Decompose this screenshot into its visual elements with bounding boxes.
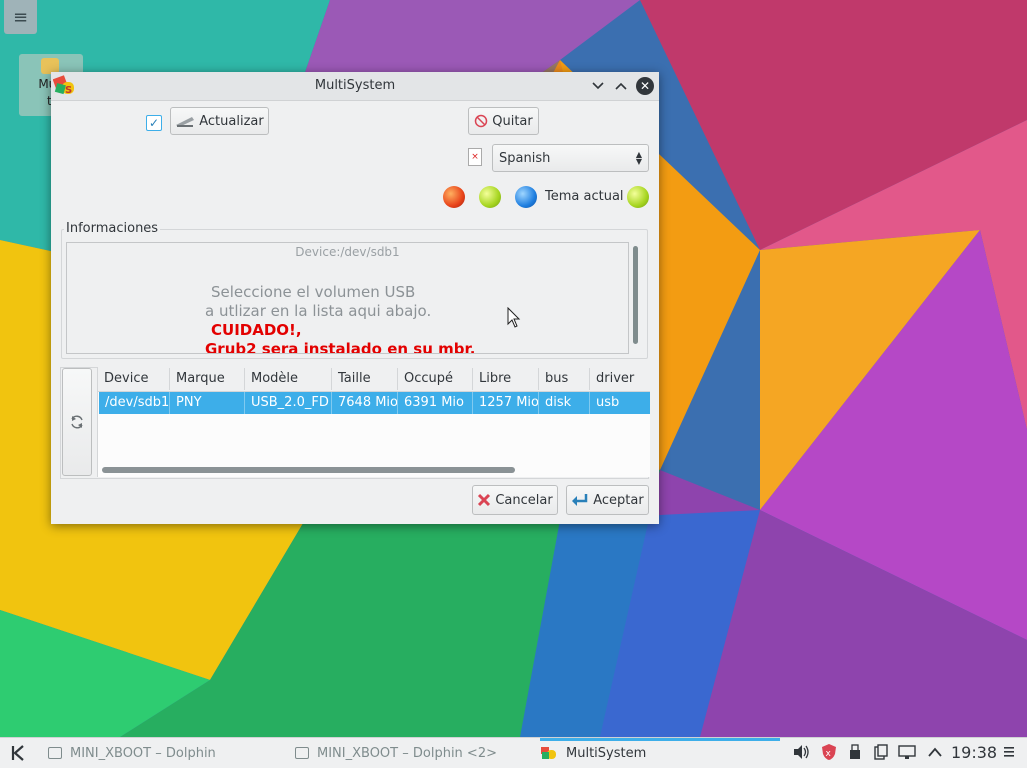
quit-button[interactable]: Quitar — [468, 107, 539, 135]
info-line-1: Seleccione el volumen USB — [211, 283, 416, 301]
current-theme-orb — [627, 186, 649, 208]
language-select[interactable]: Spanish ▲ ▼ — [492, 144, 649, 172]
forbidden-icon — [475, 114, 488, 128]
multisystem-window: S MultiSystem ✕ ✓ Actualizar Quitar × Sp… — [51, 72, 659, 524]
table-cell: 1257 Mio — [473, 392, 539, 414]
cancel-button[interactable]: Cancelar — [472, 485, 558, 515]
table-cell: /dev/sdb1 — [99, 392, 170, 414]
clipboard-icon[interactable] — [872, 743, 890, 761]
table-horizontal-scrollbar[interactable] — [97, 467, 649, 475]
network-icon[interactable] — [898, 743, 916, 761]
panel-menu-icon[interactable] — [1000, 743, 1018, 761]
enter-arrow-icon — [572, 494, 588, 506]
table-cell: 7648 Mio — [332, 392, 398, 414]
refresh-icon — [71, 415, 83, 429]
update-label: Actualizar — [199, 113, 264, 129]
cancel-label: Cancelar — [495, 492, 553, 508]
accept-button[interactable]: Aceptar — [566, 485, 649, 515]
kde-logo-icon — [11, 745, 24, 761]
combo-arrows-icon: ▲ ▼ — [635, 150, 642, 166]
column-header[interactable]: Libre — [473, 368, 539, 390]
info-text-area: Device:/dev/sdb1 Seleccione el volumen U… — [66, 242, 629, 354]
info-device: Device:/dev/sdb1 — [295, 245, 400, 259]
task-label: MINI_XBOOT – Dolphin <2> — [317, 745, 497, 761]
maximize-button[interactable] — [612, 77, 630, 95]
task-dolphin-1[interactable]: MINI_XBOOT – Dolphin — [48, 738, 283, 768]
column-header[interactable]: Marque — [170, 368, 245, 390]
device-table: Device Marque Modèle Taille Occupé Libre… — [97, 367, 650, 477]
task-label: MINI_XBOOT – Dolphin — [70, 745, 216, 761]
update-button[interactable]: Actualizar — [170, 107, 269, 135]
quit-label: Quitar — [492, 113, 533, 129]
mouse-cursor-icon — [507, 307, 521, 328]
cancel-x-icon — [478, 493, 491, 507]
info-scrollbar[interactable] — [633, 246, 638, 344]
chevron-up-icon[interactable] — [926, 743, 944, 761]
column-header[interactable]: Occupé — [398, 368, 473, 390]
info-group-label: Informaciones — [64, 221, 161, 236]
table-cell: disk — [539, 392, 590, 414]
update-checkbox[interactable]: ✓ — [146, 115, 162, 131]
accept-label: Aceptar — [593, 492, 644, 508]
menu-icon: ≡ — [12, 6, 29, 28]
language-value: Spanish — [499, 150, 551, 166]
column-header[interactable]: Device — [98, 368, 170, 390]
task-multisystem[interactable]: MultiSystem — [540, 738, 780, 768]
chevron-up-icon — [615, 82, 627, 90]
chevron-down-icon — [592, 82, 604, 90]
warning-line-2: Grub2 sera instalado en su mbr. — [205, 340, 476, 354]
folder-window-icon — [48, 747, 62, 759]
theme-green-orb[interactable] — [479, 186, 501, 208]
table-cell: 6391 Mio — [398, 392, 473, 414]
update-tool-icon — [176, 117, 195, 127]
current-theme-label: Tema actual — [545, 189, 624, 204]
kde-launcher-button[interactable] — [8, 743, 28, 763]
table-header: Device Marque Modèle Taille Occupé Libre… — [98, 367, 650, 392]
theme-red-orb[interactable] — [443, 186, 465, 208]
scrollbar-handle[interactable] — [102, 467, 515, 473]
column-header[interactable]: Modèle — [245, 368, 332, 390]
table-cell: usb — [596, 395, 620, 410]
check-icon: ✓ — [148, 116, 160, 130]
info-line-2: a utlizar en la lista aqui abajo. — [205, 302, 432, 320]
clock[interactable]: 19:38 — [951, 743, 997, 762]
task-dolphin-2[interactable]: MINI_XBOOT – Dolphin <2> — [295, 738, 530, 768]
refresh-button[interactable] — [62, 368, 92, 476]
close-button[interactable]: ✕ — [636, 77, 654, 95]
window-title: MultiSystem — [314, 78, 396, 93]
desktop-menu-button[interactable]: ≡ — [4, 0, 37, 34]
taskbar: MINI_XBOOT – Dolphin MINI_XBOOT – Dolphi… — [0, 737, 1027, 768]
task-label: MultiSystem — [566, 745, 647, 761]
folder-window-icon — [295, 747, 309, 759]
column-header[interactable]: Taille — [332, 368, 398, 390]
security-shield-icon[interactable]: x — [820, 743, 838, 761]
table-cell: PNY — [170, 392, 245, 414]
window-titlebar[interactable]: S MultiSystem ✕ — [51, 72, 659, 101]
minimize-button[interactable] — [589, 77, 607, 95]
theme-blue-orb[interactable] — [515, 186, 537, 208]
svg-text:x: x — [826, 749, 832, 759]
volume-icon[interactable] — [792, 743, 810, 761]
table-cell: USB_2.0_FD — [245, 392, 332, 414]
close-icon: ✕ — [636, 77, 654, 95]
multisystem-logo-icon — [541, 747, 556, 759]
warning-line-1: CUIDADO!, — [211, 321, 302, 339]
language-flag-icon: × — [468, 148, 482, 166]
usb-device-icon[interactable] — [846, 743, 864, 761]
column-header[interactable]: driver — [590, 368, 650, 390]
table-row[interactable]: /dev/sdb1 PNY USB_2.0_FD 7648 Mio 6391 M… — [99, 392, 650, 414]
column-header[interactable]: bus — [539, 368, 590, 390]
